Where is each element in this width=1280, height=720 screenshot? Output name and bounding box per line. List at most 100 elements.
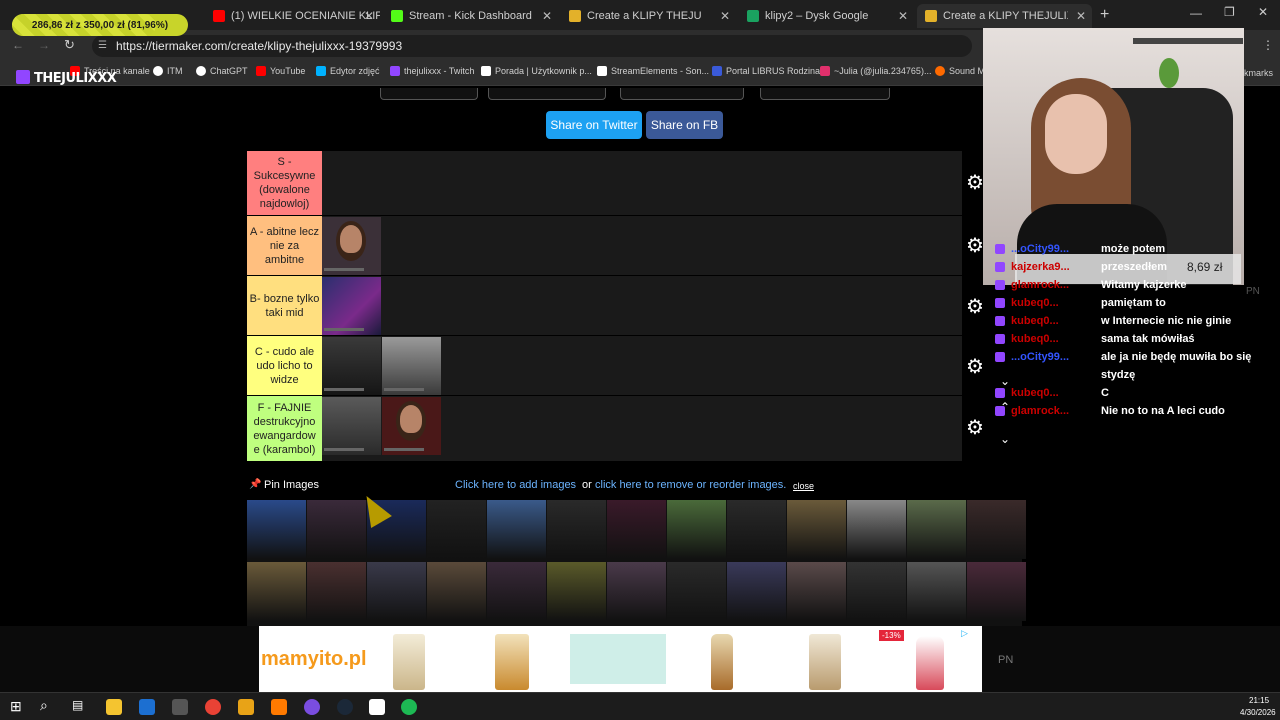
pool-thumbnail[interactable] [727,562,786,621]
clip-thumbnail[interactable] [322,277,381,335]
tier-label[interactable]: B- bozne tylko taki mid [247,276,322,335]
pool-thumbnail[interactable] [907,500,966,559]
tier-items[interactable] [322,276,962,335]
pool-thumbnail[interactable] [787,562,846,621]
tier-label[interactable]: F - FAJNIE destrukcyjno ewangardow e (ka… [247,396,322,461]
tab-google-drive[interactable]: klipy2 – Dysk Google ✕ [739,4,914,28]
pin-icon[interactable]: 📌 [249,479,261,490]
steam-icon[interactable] [337,699,353,715]
close-icon[interactable]: ✕ [542,9,552,23]
pool-thumbnail[interactable] [907,562,966,621]
close-icon[interactable]: ✕ [364,9,374,23]
pool-thumbnail[interactable] [367,562,426,621]
pool-thumbnail[interactable] [487,562,546,621]
bookmark-item[interactable]: ChatGPT [196,66,248,76]
pool-thumbnail[interactable] [427,500,486,559]
top-button[interactable] [488,88,606,100]
obs-icon[interactable] [304,699,320,715]
task-view-icon[interactable]: ▤ [72,698,83,712]
file-explorer-icon[interactable] [106,699,122,715]
tier-items[interactable] [322,216,962,275]
bookmark-item[interactable]: ITM [153,66,183,76]
forward-icon[interactable]: → [38,38,50,52]
pool-thumbnail[interactable] [607,500,666,559]
share-fb-button[interactable]: Share on FB [646,111,723,139]
pool-thumbnail[interactable] [967,562,1026,621]
clip-thumbnail[interactable] [322,337,381,395]
app-icon[interactable] [271,699,287,715]
bookmark-item[interactable]: Portal LIBRUS Rodzina [712,66,820,76]
menu-icon[interactable]: ⋮ [1262,38,1274,52]
taskbar-date[interactable]: 4/30/2026 [1240,708,1276,717]
bookmark-item[interactable]: StreamElements - Son... [597,66,709,76]
tab-tiermaker-active[interactable]: Create a KLIPY THEJULIXXX Tier Li ✕ [917,4,1092,28]
app-icon[interactable] [139,699,155,715]
tier-items[interactable] [322,396,962,461]
bookmark-item[interactable]: thejulixxx - Twitch [390,66,474,76]
pool-thumbnail[interactable] [727,500,786,559]
search-icon[interactable]: ⌕ [40,697,48,714]
tab-youtube[interactable]: (1) WIELKIE OCENIANIE KLIPOWI ✕ [205,4,380,28]
tier-label[interactable]: S - Sukcesywne (dowalone najdowloj) [247,151,322,215]
remove-images-link[interactable]: click here to remove or reorder images. [595,479,786,491]
clip-thumbnail[interactable] [382,337,441,395]
pool-thumbnail[interactable] [847,500,906,559]
app-icon[interactable] [238,699,254,715]
pool-thumbnail[interactable] [247,562,306,621]
close-link[interactable]: close [793,481,814,491]
ad-brand[interactable]: mamyito.pl [261,648,367,671]
reload-icon[interactable]: ↻ [64,37,75,53]
gear-icon[interactable]: ⚙ [966,357,986,377]
maximize-icon[interactable]: ❐ [1224,5,1235,19]
tier-items[interactable] [322,336,962,395]
windows-start-icon[interactable]: ⊞ [10,698,22,715]
pin-images-label[interactable]: Pin Images [264,479,319,491]
ad-info-icon[interactable]: ▷ [961,628,968,639]
bookmark-item[interactable]: Edytor zdjęć [316,66,380,76]
pool-thumbnail[interactable] [667,500,726,559]
add-images-link[interactable]: Click here to add images [455,479,576,491]
minimize-icon[interactable]: — [1190,6,1202,20]
share-twitter-button[interactable]: Share on Twitter [546,111,642,139]
pool-thumbnail[interactable] [607,562,666,621]
pool-thumbnail[interactable] [427,562,486,621]
spotify-icon[interactable] [401,699,417,715]
clip-thumbnail[interactable] [382,397,441,455]
gear-icon[interactable]: ⚙ [966,297,986,317]
pool-thumbnail[interactable] [547,562,606,621]
close-icon[interactable]: ✕ [720,9,730,23]
pool-thumbnail[interactable] [307,500,366,559]
tab-kick-dashboard[interactable]: Stream - Kick Dashboard ✕ [383,4,558,28]
gear-icon[interactable]: ⚙ [966,418,986,438]
pool-thumbnail[interactable] [667,562,726,621]
pool-thumbnail[interactable] [307,562,366,621]
tier-label[interactable]: C - cudo ale udo licho to widze [247,336,322,395]
tab-tiermaker-1[interactable]: Create a KLIPY THEJULIXXX Tier Li ✕ [561,4,736,28]
top-button[interactable] [620,88,744,100]
taskbar-time[interactable]: 21:15 [1249,696,1269,705]
close-window-icon[interactable]: ✕ [1258,5,1268,19]
all-bookmarks[interactable]: kmarks [1244,68,1273,78]
top-button[interactable] [380,88,478,100]
close-icon[interactable]: ✕ [898,9,908,23]
app-icon[interactable] [369,699,385,715]
pool-thumbnail[interactable] [847,562,906,621]
bookmark-item[interactable]: Porada | Użytkownik p... [481,66,592,76]
pool-thumbnail[interactable] [247,500,306,559]
site-info-icon[interactable]: ☰ [98,35,107,57]
pool-thumbnail[interactable] [787,500,846,559]
close-icon[interactable]: ✕ [1076,9,1086,23]
back-icon[interactable]: ← [12,38,24,52]
ad-banner[interactable]: mamyito.pl -13% ▷ [259,626,982,692]
bookmark-item[interactable]: Sound M [935,66,985,76]
pool-thumbnail[interactable] [547,500,606,559]
top-button[interactable] [760,88,890,100]
url-input[interactable]: ☰ https://tiermaker.com/create/klipy-the… [92,35,972,57]
pool-thumbnail[interactable] [967,500,1026,559]
chrome-icon[interactable] [205,699,221,715]
tier-label[interactable]: A - abitne lecz nie za ambitne [247,216,322,275]
bookmark-item[interactable]: ~Julia (@julia.234765)... [820,66,931,76]
bookmark-item[interactable]: YouTube [256,66,305,76]
chevron-down-icon[interactable]: ⌄ [1000,432,1010,446]
new-tab-icon[interactable]: + [1100,6,1109,24]
